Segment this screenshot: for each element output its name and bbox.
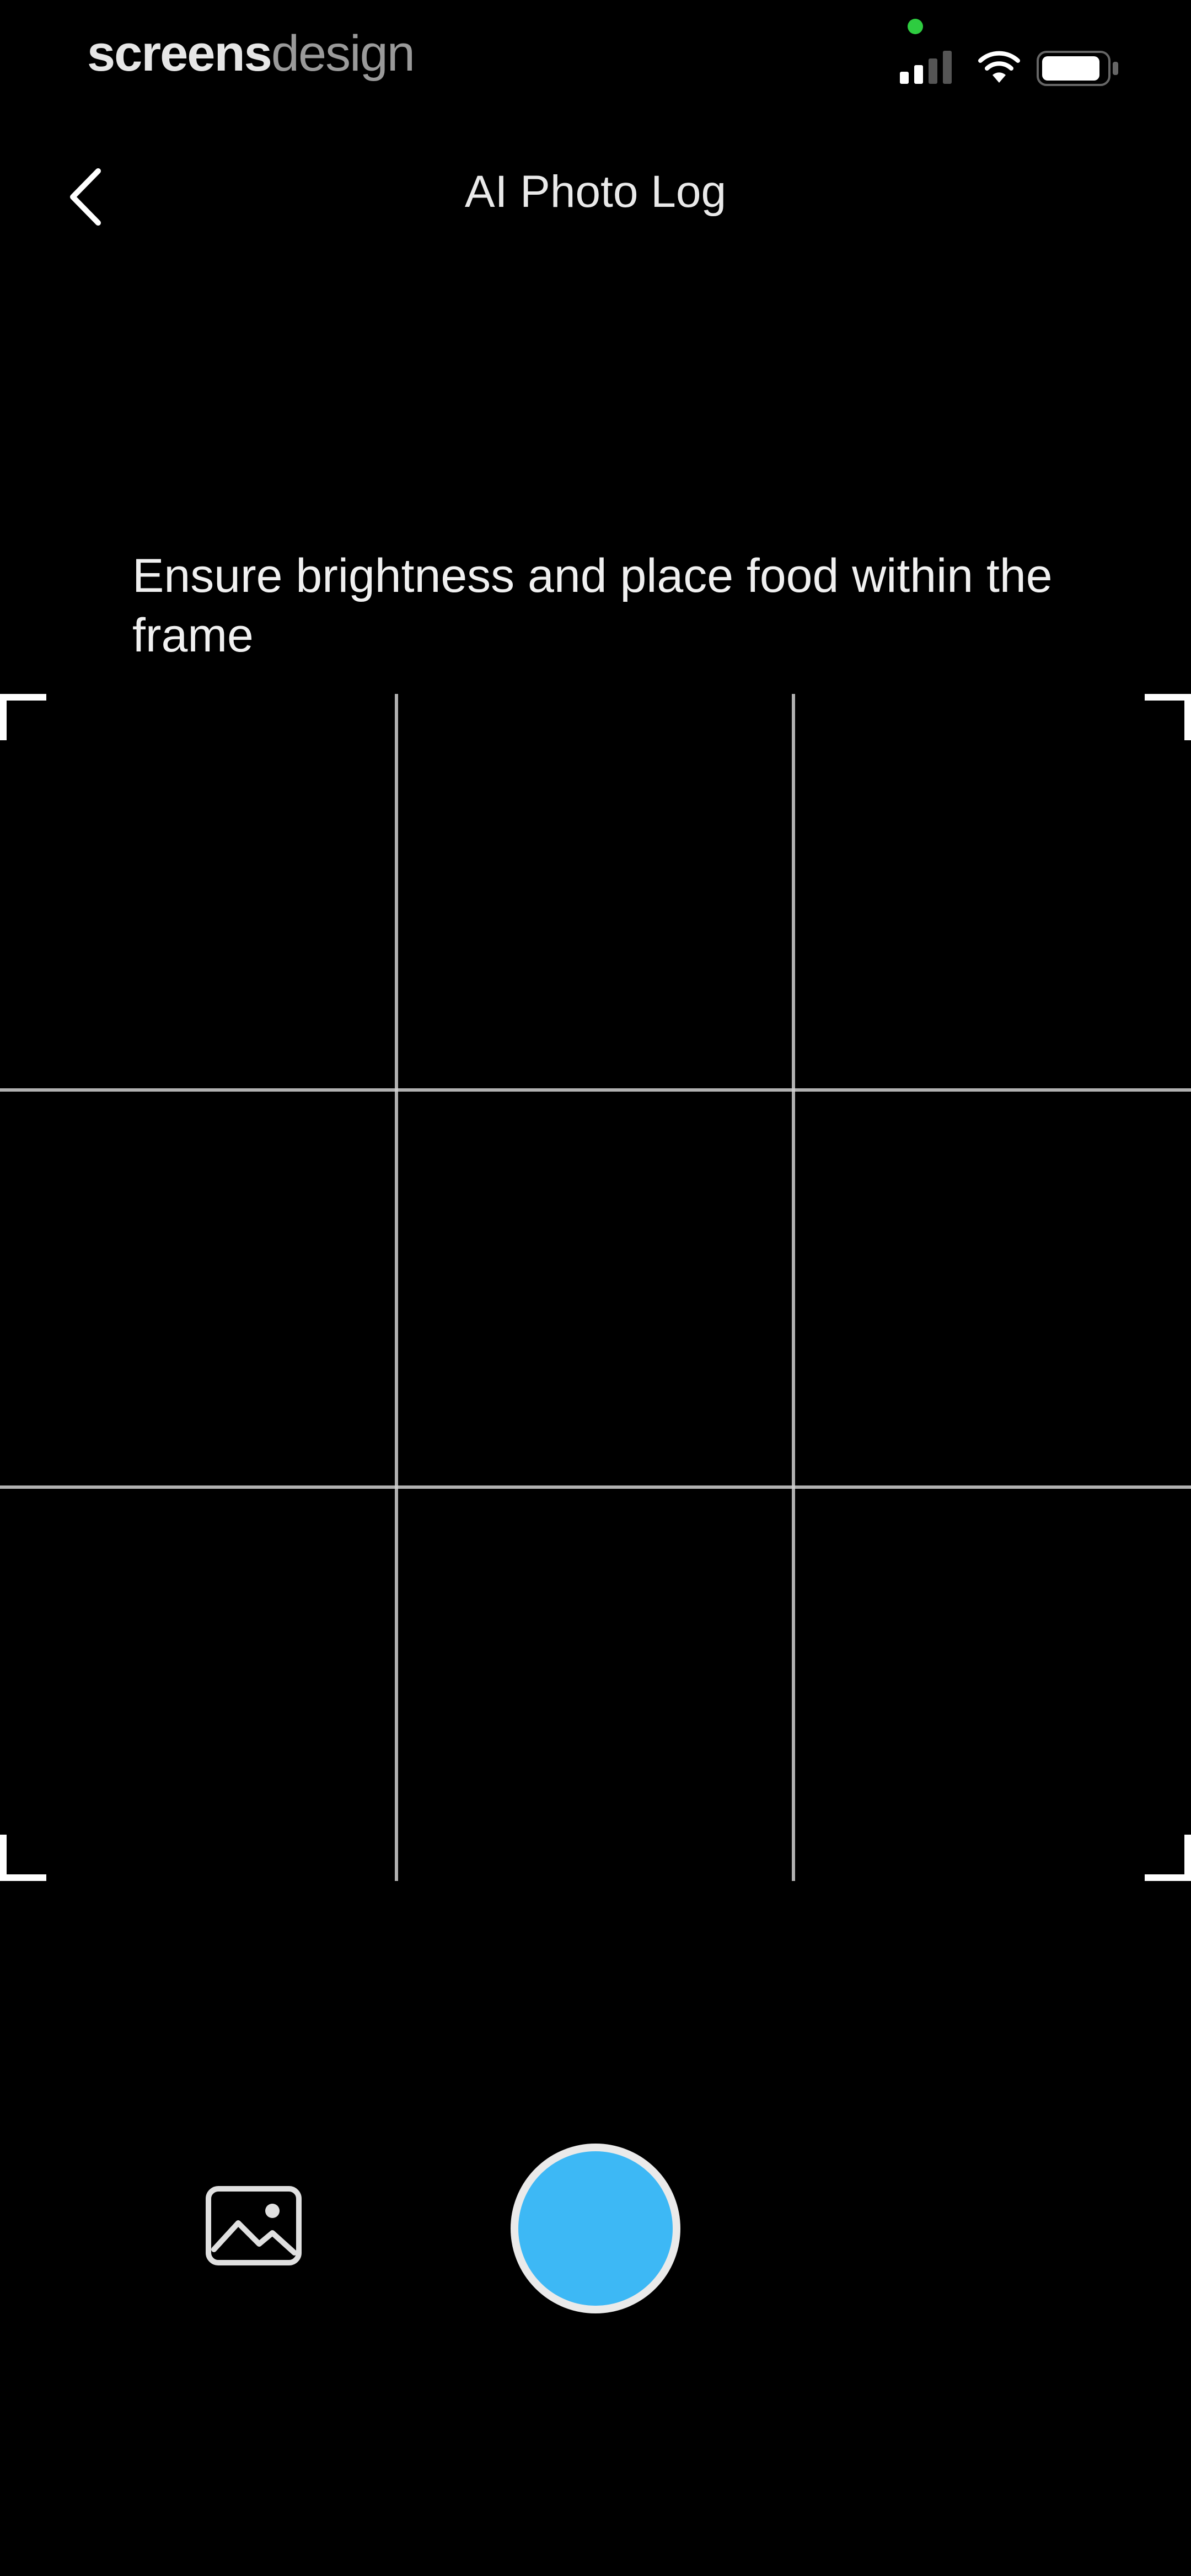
wifi-icon [977,51,1021,87]
brand-watermark-part-1: screens [87,25,272,82]
frame-corner-top-right [1145,694,1191,740]
gallery-button[interactable] [198,2184,309,2278]
grid-line-horizontal-2 [0,1485,1191,1489]
frame-corner-bottom-right [1145,1835,1191,1881]
brand-watermark-part-2: design [271,25,415,82]
privacy-indicator-dot [908,19,923,34]
brand-watermark: screensdesign [87,23,415,84]
status-bar: screensdesign [0,0,1191,116]
signal-icon [900,51,957,87]
grid-line-vertical-1 [395,694,398,1881]
grid-line-vertical-2 [792,694,795,1881]
camera-viewfinder [0,694,1191,1881]
page-title: AI Photo Log [464,167,727,217]
shutter-button[interactable] [511,2144,680,2313]
frame-corner-top-left [0,694,46,740]
battery-icon [1037,51,1119,89]
nav-bar: AI Photo Log [0,143,1191,243]
grid-line-horizontal-1 [0,1088,1191,1092]
frame-corner-bottom-left [0,1835,46,1881]
camera-instruction: Ensure brightness and place food within … [132,549,1053,662]
